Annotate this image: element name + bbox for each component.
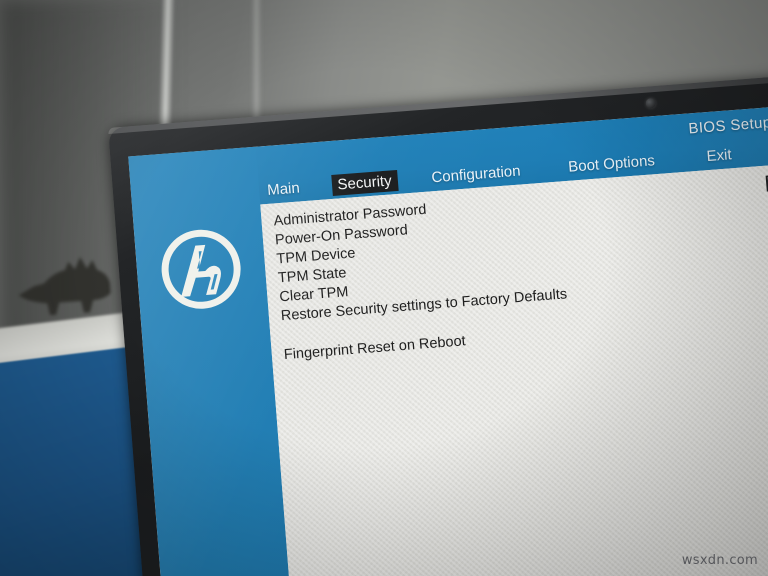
tab-exit[interactable]: Exit xyxy=(700,143,739,167)
dinosaur-figurine xyxy=(12,248,120,321)
photo-scene: BIOS Setup Utility Main Security Configu… xyxy=(0,0,768,576)
hp-logo xyxy=(158,226,244,312)
tab-security[interactable]: Security xyxy=(330,169,399,196)
tab-configuration[interactable]: Configuration xyxy=(425,160,528,189)
laptop: BIOS Setup Utility Main Security Configu… xyxy=(108,72,768,576)
tab-main[interactable]: Main xyxy=(260,177,306,201)
watermark: wsxdn.com xyxy=(681,553,758,568)
laptop-screen: BIOS Setup Utility Main Security Configu… xyxy=(128,102,768,576)
webcam-icon xyxy=(645,97,657,109)
tab-boot-options[interactable]: Boot Options xyxy=(561,149,661,178)
